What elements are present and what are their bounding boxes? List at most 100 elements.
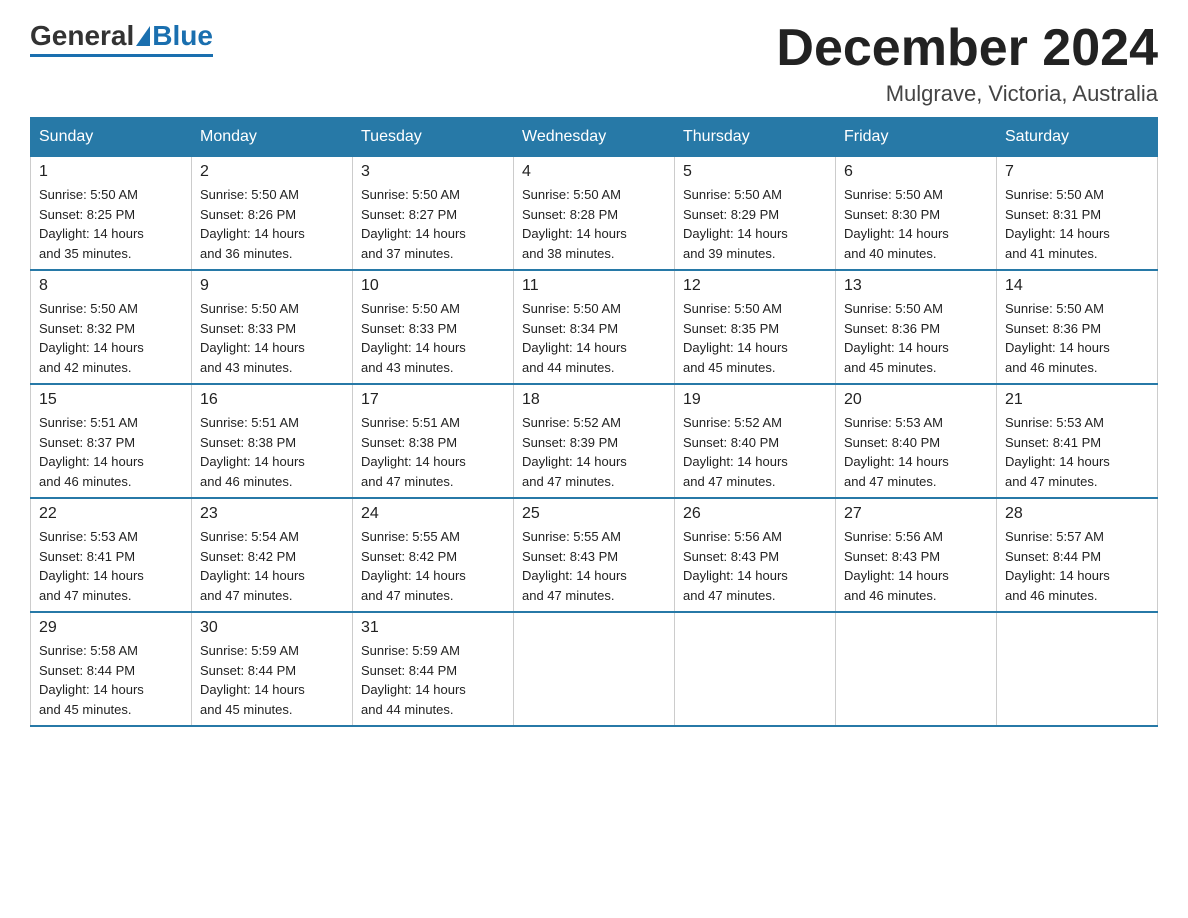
day-info: Sunrise: 5:53 AMSunset: 8:40 PMDaylight:… — [844, 413, 988, 491]
calendar-cell: 3 Sunrise: 5:50 AMSunset: 8:27 PMDaylight… — [353, 157, 514, 271]
calendar-cell: 6 Sunrise: 5:50 AMSunset: 8:30 PMDaylight… — [836, 157, 997, 271]
calendar-cell: 10 Sunrise: 5:50 AMSunset: 8:33 PMDayligh… — [353, 270, 514, 384]
day-info: Sunrise: 5:56 AMSunset: 8:43 PMDaylight:… — [683, 527, 827, 605]
day-info: Sunrise: 5:50 AMSunset: 8:29 PMDaylight:… — [683, 185, 827, 263]
day-info: Sunrise: 5:51 AMSunset: 8:38 PMDaylight:… — [361, 413, 505, 491]
day-info: Sunrise: 5:53 AMSunset: 8:41 PMDaylight:… — [39, 527, 183, 605]
day-info: Sunrise: 5:50 AMSunset: 8:33 PMDaylight:… — [361, 299, 505, 377]
calendar-cell: 9 Sunrise: 5:50 AMSunset: 8:33 PMDaylight… — [192, 270, 353, 384]
day-info: Sunrise: 5:50 AMSunset: 8:30 PMDaylight:… — [844, 185, 988, 263]
day-number: 28 — [1005, 505, 1149, 523]
day-number: 24 — [361, 505, 505, 523]
day-info: Sunrise: 5:53 AMSunset: 8:41 PMDaylight:… — [1005, 413, 1149, 491]
calendar-cell: 18Sunrise: 5:52 AMSunset: 8:39 PMDayligh… — [514, 384, 675, 498]
logo-general-text: General — [30, 20, 134, 52]
day-number: 7 — [1005, 163, 1149, 181]
day-info: Sunrise: 5:58 AMSunset: 8:44 PMDaylight:… — [39, 641, 183, 719]
calendar-week-row: 8Sunrise: 5:50 AMSunset: 8:32 PMDaylight… — [31, 270, 1158, 384]
day-info: Sunrise: 5:50 AMSunset: 8:33 PMDaylight:… — [200, 299, 344, 377]
day-number: 25 — [522, 505, 666, 523]
day-number: 2 — [200, 163, 344, 181]
day-info: Sunrise: 5:50 AMSunset: 8:36 PMDaylight:… — [1005, 299, 1149, 377]
day-number: 4 — [522, 163, 666, 181]
calendar-week-row: 22Sunrise: 5:53 AMSunset: 8:41 PMDayligh… — [31, 498, 1158, 612]
calendar-week-row: 29 Sunrise: 5:58 AMSunset: 8:44 PMDayligh… — [31, 612, 1158, 726]
calendar-cell: 5Sunrise: 5:50 AMSunset: 8:29 PMDaylight… — [675, 157, 836, 271]
day-number: 13 — [844, 277, 988, 295]
day-info: Sunrise: 5:55 AMSunset: 8:43 PMDaylight:… — [522, 527, 666, 605]
logo-underline — [30, 54, 213, 57]
day-number: 19 — [683, 391, 827, 409]
calendar-cell: 4 Sunrise: 5:50 AMSunset: 8:28 PMDaylight… — [514, 157, 675, 271]
day-info: Sunrise: 5:50 AMSunset: 8:34 PMDaylight:… — [522, 299, 666, 377]
day-info: Sunrise: 5:50 AMSunset: 8:32 PMDaylight:… — [39, 299, 183, 377]
day-info: Sunrise: 5:50 AMSunset: 8:27 PMDaylight:… — [361, 185, 505, 263]
calendar-cell: 20Sunrise: 5:53 AMSunset: 8:40 PMDayligh… — [836, 384, 997, 498]
calendar-week-row: 1 Sunrise: 5:50 AMSunset: 8:25 PMDaylight… — [31, 157, 1158, 271]
col-saturday: Saturday — [997, 118, 1158, 157]
day-number: 10 — [361, 277, 505, 295]
day-number: 21 — [1005, 391, 1149, 409]
calendar-cell: 28 Sunrise: 5:57 AMSunset: 8:44 PMDayligh… — [997, 498, 1158, 612]
calendar-cell: 22Sunrise: 5:53 AMSunset: 8:41 PMDayligh… — [31, 498, 192, 612]
day-number: 11 — [522, 277, 666, 295]
calendar-week-row: 15 Sunrise: 5:51 AMSunset: 8:37 PMDayligh… — [31, 384, 1158, 498]
day-number: 31 — [361, 619, 505, 637]
day-info: Sunrise: 5:56 AMSunset: 8:43 PMDaylight:… — [844, 527, 988, 605]
day-info: Sunrise: 5:59 AMSunset: 8:44 PMDaylight:… — [200, 641, 344, 719]
day-info: Sunrise: 5:51 AMSunset: 8:37 PMDaylight:… — [39, 413, 183, 491]
col-wednesday: Wednesday — [514, 118, 675, 157]
day-number: 30 — [200, 619, 344, 637]
day-number: 14 — [1005, 277, 1149, 295]
calendar-cell — [836, 612, 997, 726]
calendar-cell: 30 Sunrise: 5:59 AMSunset: 8:44 PMDayligh… — [192, 612, 353, 726]
calendar-cell: 8Sunrise: 5:50 AMSunset: 8:32 PMDaylight… — [31, 270, 192, 384]
calendar-cell: 26 Sunrise: 5:56 AMSunset: 8:43 PMDayligh… — [675, 498, 836, 612]
logo-triangle-icon — [136, 26, 150, 46]
day-info: Sunrise: 5:55 AMSunset: 8:42 PMDaylight:… — [361, 527, 505, 605]
day-info: Sunrise: 5:59 AMSunset: 8:44 PMDaylight:… — [361, 641, 505, 719]
calendar-cell: 31 Sunrise: 5:59 AMSunset: 8:44 PMDayligh… — [353, 612, 514, 726]
day-number: 17 — [361, 391, 505, 409]
calendar-cell: 21 Sunrise: 5:53 AMSunset: 8:41 PMDayligh… — [997, 384, 1158, 498]
day-number: 18 — [522, 391, 666, 409]
day-number: 9 — [200, 277, 344, 295]
month-title: December 2024 — [776, 20, 1158, 77]
calendar-cell: 23Sunrise: 5:54 AMSunset: 8:42 PMDayligh… — [192, 498, 353, 612]
calendar-cell — [514, 612, 675, 726]
day-number: 6 — [844, 163, 988, 181]
day-number: 27 — [844, 505, 988, 523]
day-info: Sunrise: 5:54 AMSunset: 8:42 PMDaylight:… — [200, 527, 344, 605]
day-info: Sunrise: 5:57 AMSunset: 8:44 PMDaylight:… — [1005, 527, 1149, 605]
calendar-cell — [675, 612, 836, 726]
calendar-cell: 27 Sunrise: 5:56 AMSunset: 8:43 PMDayligh… — [836, 498, 997, 612]
calendar-cell: 17 Sunrise: 5:51 AMSunset: 8:38 PMDayligh… — [353, 384, 514, 498]
calendar-table: Sunday Monday Tuesday Wednesday Thursday… — [30, 117, 1158, 727]
logo: General Blue — [30, 20, 213, 57]
calendar-cell: 12Sunrise: 5:50 AMSunset: 8:35 PMDayligh… — [675, 270, 836, 384]
calendar-cell: 11 Sunrise: 5:50 AMSunset: 8:34 PMDayligh… — [514, 270, 675, 384]
page-header: General Blue December 2024 Mulgrave, Vic… — [30, 20, 1158, 107]
calendar-cell: 15 Sunrise: 5:51 AMSunset: 8:37 PMDayligh… — [31, 384, 192, 498]
day-number: 26 — [683, 505, 827, 523]
day-info: Sunrise: 5:50 AMSunset: 8:25 PMDaylight:… — [39, 185, 183, 263]
calendar-cell: 29 Sunrise: 5:58 AMSunset: 8:44 PMDayligh… — [31, 612, 192, 726]
day-info: Sunrise: 5:50 AMSunset: 8:28 PMDaylight:… — [522, 185, 666, 263]
day-number: 16 — [200, 391, 344, 409]
calendar-cell: 7Sunrise: 5:50 AMSunset: 8:31 PMDaylight… — [997, 157, 1158, 271]
calendar-header-row: Sunday Monday Tuesday Wednesday Thursday… — [31, 118, 1158, 157]
day-info: Sunrise: 5:50 AMSunset: 8:35 PMDaylight:… — [683, 299, 827, 377]
calendar-cell: 16Sunrise: 5:51 AMSunset: 8:38 PMDayligh… — [192, 384, 353, 498]
col-monday: Monday — [192, 118, 353, 157]
day-number: 1 — [39, 163, 183, 181]
title-section: December 2024 Mulgrave, Victoria, Austra… — [776, 20, 1158, 107]
day-number: 29 — [39, 619, 183, 637]
logo-blue-text: Blue — [152, 20, 213, 52]
calendar-cell: 14 Sunrise: 5:50 AMSunset: 8:36 PMDayligh… — [997, 270, 1158, 384]
day-number: 3 — [361, 163, 505, 181]
location-subtitle: Mulgrave, Victoria, Australia — [776, 81, 1158, 107]
day-info: Sunrise: 5:50 AMSunset: 8:36 PMDaylight:… — [844, 299, 988, 377]
col-thursday: Thursday — [675, 118, 836, 157]
col-friday: Friday — [836, 118, 997, 157]
day-number: 15 — [39, 391, 183, 409]
